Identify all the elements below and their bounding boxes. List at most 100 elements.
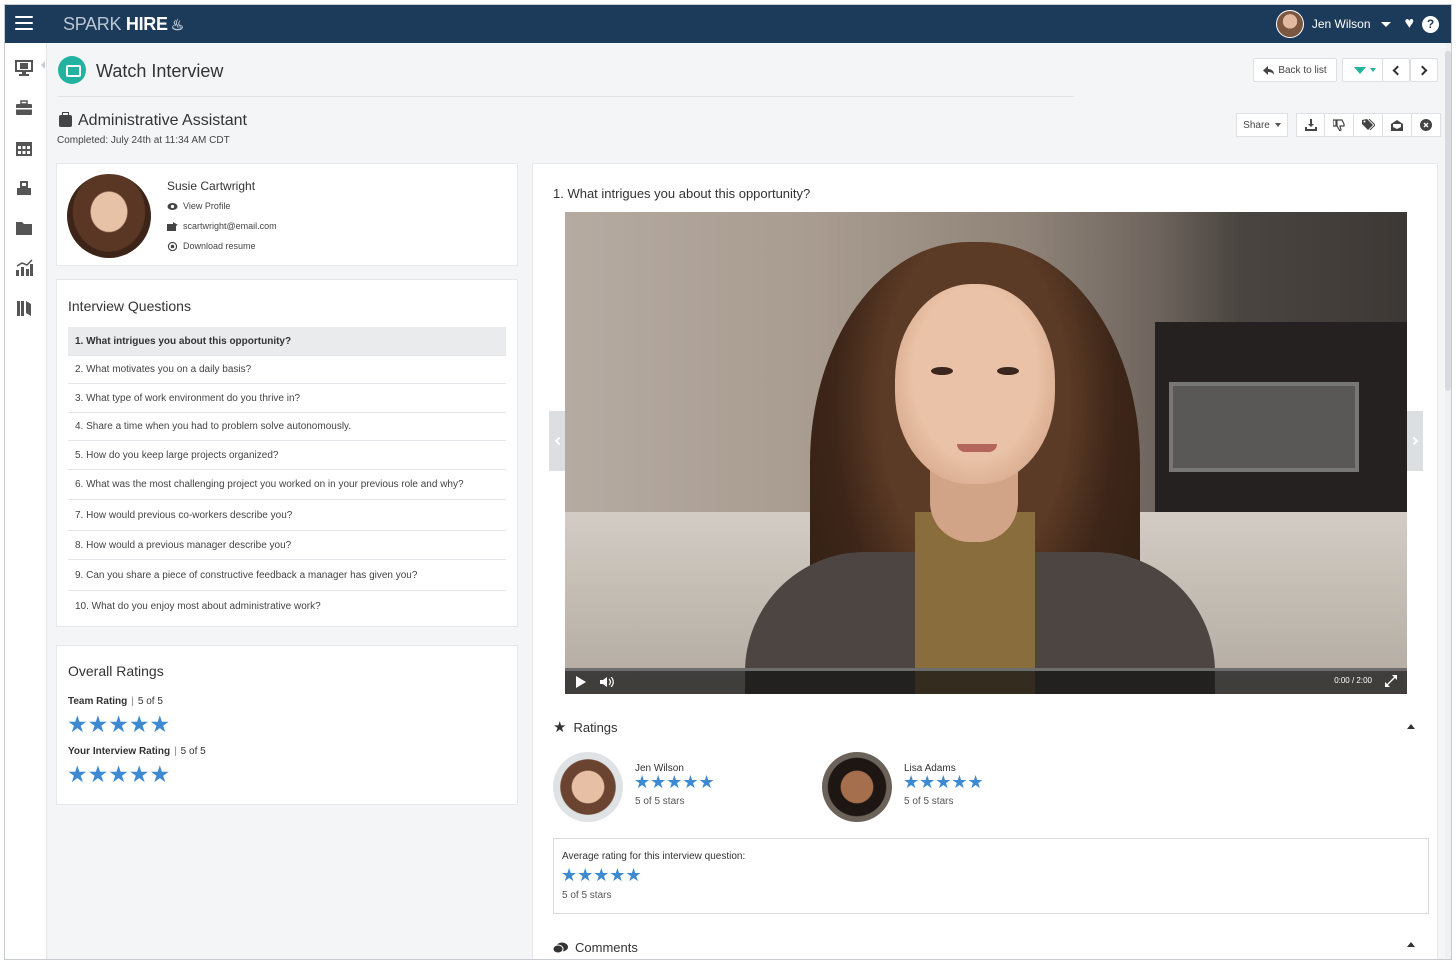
user-name[interactable]: Jen Wilson <box>1312 17 1371 31</box>
title-divider <box>58 96 1074 97</box>
fullscreen-icon[interactable] <box>1385 675 1397 687</box>
mail-icon <box>167 221 178 231</box>
scrollbar-thumb[interactable] <box>1445 51 1451 391</box>
sidebar-inbox-icon[interactable] <box>14 179 34 197</box>
video-person-eye <box>997 367 1019 375</box>
view-profile-link[interactable]: View Profile <box>167 201 230 211</box>
ratings-collapse-caret-icon[interactable] <box>1407 724 1415 729</box>
average-rating-box: Average rating for this interview questi… <box>553 838 1429 914</box>
user-menu-caret-icon[interactable] <box>1380 21 1391 27</box>
sidebar-library-icon[interactable] <box>14 299 34 317</box>
video-progress-track[interactable] <box>565 668 1407 671</box>
video-person-eye <box>931 367 953 375</box>
help-icon[interactable]: ? <box>1422 15 1439 33</box>
rater-stars[interactable]: ★★★★★ <box>634 772 715 793</box>
average-rating-label: Average rating for this interview questi… <box>562 851 746 862</box>
next-question-button[interactable] <box>1407 411 1423 471</box>
question-list-item[interactable]: 6. What was the most challenging project… <box>68 470 506 500</box>
overall-ratings-panel: Overall Ratings Team Rating | 5 of 5 ★★★★★… <box>56 645 518 805</box>
question-list-item[interactable]: 7. How would previous co-workers describ… <box>68 500 506 531</box>
sidebar-analytics-icon[interactable] <box>14 259 34 277</box>
your-rating-label: Your Interview Rating | 5 of 5 <box>68 746 206 757</box>
questions-list: 1. What intrigues you about this opportu… <box>68 327 506 621</box>
sidebar-calendar-icon[interactable] <box>14 139 34 157</box>
user-avatar[interactable] <box>1275 10 1304 38</box>
question-list-item[interactable]: 5. How do you keep large projects organi… <box>68 441 506 470</box>
chevron-left-icon <box>1392 65 1403 75</box>
ratings-section-header[interactable]: ★ Ratings <box>553 718 618 736</box>
back-to-list-button[interactable]: Back to list <box>1253 58 1337 82</box>
team-rating-stars: ★★★★★ <box>67 711 171 737</box>
video-person-mouth <box>957 444 997 452</box>
user-area: Jen Wilson ♥ ? <box>1275 10 1439 38</box>
question-list-item[interactable]: 2. What motivates you on a daily basis? <box>68 356 506 384</box>
download-icon[interactable] <box>1296 113 1325 137</box>
flame-icon: ♨ <box>170 17 184 34</box>
sidebar-briefcase-icon[interactable] <box>14 99 34 117</box>
job-title: Administrative Assistant <box>78 112 247 129</box>
heart-icon[interactable]: ♥ <box>1405 15 1415 33</box>
questions-title: Interview Questions <box>68 298 191 314</box>
average-rating-text: 5 of 5 stars <box>562 890 612 901</box>
volume-icon[interactable] <box>600 677 614 687</box>
previous-candidate-button[interactable] <box>1382 58 1410 82</box>
top-navbar: SPARK HIRE ♨ Jen Wilson ♥ ? <box>5 5 1451 43</box>
page-scrollbar[interactable] <box>1445 43 1451 959</box>
ratings-title: Ratings <box>573 719 618 735</box>
comments-title: Comments <box>575 940 638 955</box>
video-question-title: 1. What intrigues you about this opportu… <box>553 186 811 201</box>
sidebar-monitor-icon[interactable] <box>14 59 34 77</box>
candidate-email: scartwright@email.com <box>183 221 277 231</box>
video-controls: 0:00 / 2:00 <box>565 668 1407 694</box>
left-sidebar <box>5 43 47 959</box>
hamburger-menu-icon[interactable] <box>15 16 33 30</box>
average-rating-stars: ★★★★★ <box>561 865 642 885</box>
share-caret-icon <box>1274 123 1281 127</box>
previous-question-button[interactable] <box>549 411 565 471</box>
archive-close-icon[interactable] <box>1412 113 1441 137</box>
thumbs-down-icon[interactable] <box>1325 113 1354 137</box>
question-list-item[interactable]: 9. Can you share a piece of constructive… <box>68 560 506 591</box>
rater-rating-text: 5 of 5 stars <box>904 796 954 807</box>
completed-date: Completed: July 24th at 11:34 AM CDT <box>57 135 230 146</box>
comments-collapse-caret-icon[interactable] <box>1407 942 1415 947</box>
chevron-left-icon <box>554 436 563 446</box>
app-window: SPARK HIRE ♨ Jen Wilson ♥ ? Watch Intervi… <box>4 4 1452 960</box>
next-candidate-button[interactable] <box>1410 58 1438 82</box>
rater-stars: ★★★★★ <box>903 772 984 792</box>
sidebar-folder-icon[interactable] <box>14 219 34 237</box>
rater-avatar <box>553 752 623 822</box>
question-list-item[interactable]: 10. What do you enjoy most about adminis… <box>68 591 506 621</box>
spark-hire-logo[interactable]: SPARK HIRE ♨ <box>63 14 184 35</box>
filter-icon <box>1354 66 1366 74</box>
play-icon[interactable] <box>576 676 586 688</box>
watch-interview-icon <box>58 56 86 84</box>
question-list-item[interactable]: 1. What intrigues you about this opportu… <box>68 327 506 356</box>
tags-icon[interactable] <box>1354 113 1383 137</box>
candidate-email-link[interactable]: scartwright@email.com <box>167 221 277 231</box>
question-list-item[interactable]: 4. Share a time when you had to problem … <box>68 413 506 441</box>
candidate-card: Susie Cartwright View Profile scartwrigh… <box>56 163 518 266</box>
star-icon: ★ <box>553 719 567 736</box>
video-time: 0:00 / 2:00 <box>1334 676 1372 685</box>
video-person-face <box>895 284 1055 484</box>
question-list-item[interactable]: 3. What type of work environment do you … <box>68 384 506 413</box>
share-label: Share <box>1243 119 1270 131</box>
question-list-item[interactable]: 8. How would a previous manager describe… <box>68 531 506 560</box>
video-player[interactable]: 0:00 / 2:00 <box>565 212 1407 694</box>
video-panel: 1. What intrigues you about this opportu… <box>532 163 1438 959</box>
overall-ratings-title: Overall Ratings <box>68 663 164 679</box>
share-button[interactable]: Share <box>1236 113 1288 137</box>
page-title: Watch Interview <box>96 61 224 81</box>
candidate-avatar <box>67 174 151 258</box>
sidebar-collapse-arrow-icon[interactable] <box>41 61 45 69</box>
chevron-right-icon <box>1409 436 1418 446</box>
download-resume-link[interactable]: Download resume <box>167 241 256 251</box>
email-open-icon[interactable] <box>1383 113 1412 137</box>
interview-toolbar: Share <box>1236 113 1441 137</box>
filter-caret-icon <box>1370 68 1376 72</box>
chevron-right-icon <box>1417 65 1428 75</box>
comments-section-header[interactable]: Comments <box>553 940 638 955</box>
eye-icon <box>167 202 178 210</box>
your-rating-stars[interactable]: ★★★★★ <box>67 762 170 786</box>
